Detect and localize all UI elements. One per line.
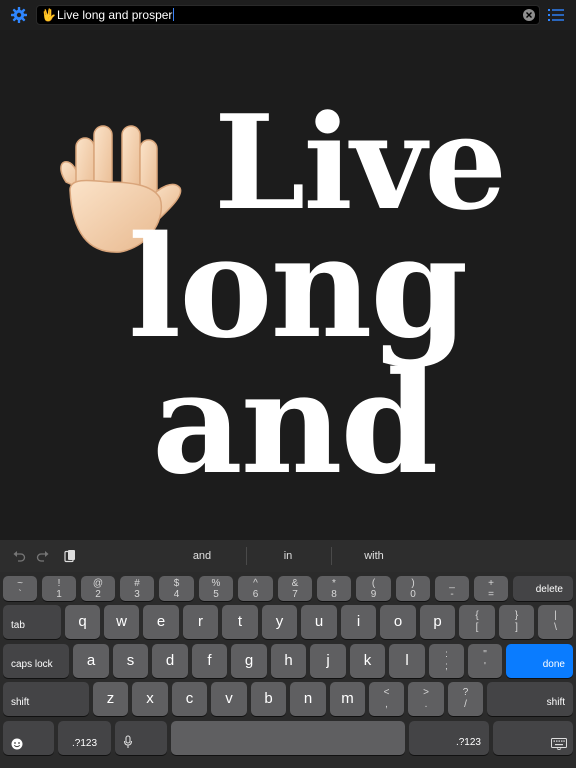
key-equals[interactable]: + = [474,576,508,601]
delete-key[interactable]: delete [513,576,573,601]
key-m[interactable]: m [330,682,365,716]
numbers-right-key[interactable]: .?123 [409,721,489,755]
suggestion-2[interactable]: in [246,550,330,562]
text-input-value: Live long and prosper [57,8,173,22]
key-r[interactable]: r [183,605,218,639]
keyboard-dismiss-icon [551,737,567,751]
key-g[interactable]: g [231,644,267,678]
key-6[interactable]: ^ 6 [238,576,273,601]
caps-lock-key[interactable]: caps lock [3,644,69,678]
text-input[interactable]: 🖖 Live long and prosper [36,5,540,25]
undo-icon[interactable] [12,549,26,563]
suggestion-1[interactable]: and [160,550,244,562]
key-9[interactable]: ( 9 [356,576,391,601]
shift-left-key[interactable]: shift [3,682,89,716]
space-key[interactable] [171,721,405,755]
key-q[interactable]: q [65,605,100,639]
key-minus[interactable]: _ - [435,576,469,601]
display-area: Live long and [0,30,576,540]
key-semicolon[interactable]: : ; [429,644,464,678]
top-bar: 🖖 Live long and prosper [0,0,576,30]
suggestion-bar: and in with [0,540,576,572]
key-left-bracket[interactable]: { [ [459,605,495,639]
key-c[interactable]: c [172,682,207,716]
key-comma[interactable]: < , [369,682,404,716]
key-period[interactable]: > . [408,682,444,716]
key-backslash[interactable]: | \ [538,605,573,639]
vulcan-salute-emoji: 🖖 [41,8,56,22]
key-b[interactable]: b [251,682,286,716]
paste-icon[interactable] [63,549,77,563]
gear-icon[interactable] [10,6,28,24]
key-n[interactable]: n [290,682,326,716]
key-0[interactable]: ) 0 [396,576,430,601]
key-w[interactable]: w [104,605,139,639]
key-1[interactable]: ! 1 [42,576,76,601]
key-a[interactable]: a [73,644,109,678]
redo-icon[interactable] [36,549,50,563]
emoji-key[interactable] [3,721,54,755]
key-2[interactable]: @ 2 [81,576,115,601]
done-key[interactable]: done [506,644,573,678]
key-p[interactable]: p [420,605,455,639]
emoji-icon [11,737,23,750]
key-quote[interactable]: " ' [468,644,502,678]
key-k[interactable]: k [350,644,385,678]
key-i[interactable]: i [341,605,376,639]
tab-key[interactable]: tab [3,605,61,639]
key-f[interactable]: f [192,644,227,678]
key-5[interactable]: % 5 [199,576,233,601]
display-line-2: long [128,206,468,370]
clear-icon[interactable] [523,9,535,21]
key-slash[interactable]: ? / [448,682,483,716]
key-backtick[interactable]: ~ ` [3,576,37,601]
key-d[interactable]: d [152,644,188,678]
microphone-icon [123,735,133,749]
display-line-3: and [152,342,438,506]
key-y[interactable]: y [262,605,297,639]
key-h[interactable]: h [271,644,306,678]
key-z[interactable]: z [93,682,128,716]
key-4[interactable]: $ 4 [159,576,194,601]
numbers-left-key[interactable]: .?123 [58,721,111,755]
hide-keyboard-key[interactable] [493,721,573,755]
dictation-key[interactable] [115,721,167,755]
shift-right-key[interactable]: shift [487,682,573,716]
suggestion-3[interactable]: with [332,550,416,562]
key-t[interactable]: t [222,605,258,639]
key-s[interactable]: s [113,644,148,678]
key-right-bracket[interactable]: } ] [499,605,534,639]
key-e[interactable]: e [143,605,179,639]
key-v[interactable]: v [211,682,247,716]
key-3[interactable]: # 3 [120,576,154,601]
key-o[interactable]: o [380,605,416,639]
key-j[interactable]: j [310,644,346,678]
list-icon[interactable] [548,8,564,22]
text-caret [173,8,175,21]
key-x[interactable]: x [132,682,168,716]
key-8[interactable]: * 8 [317,576,351,601]
keyboard: and in with ~ ` ! 1 @ 2 # 3 $ 4 % 5 ^ 6 … [0,540,576,768]
key-l[interactable]: l [389,644,425,678]
key-7[interactable]: & 7 [278,576,312,601]
key-u[interactable]: u [301,605,337,639]
